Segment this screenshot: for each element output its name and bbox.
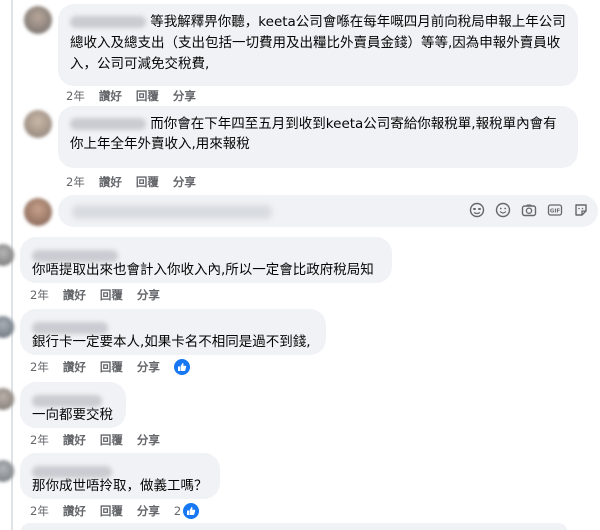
comment-text: 一向都要交稅 [32, 407, 113, 423]
comment-bubble: 那你成世唔拎取，做義工嗎？ [20, 453, 220, 499]
reaction-count[interactable]: 2 [174, 504, 181, 518]
emoji-icon[interactable] [494, 201, 512, 219]
commenter-name[interactable] [32, 394, 102, 407]
comment-text: 你上年全年外賣收入,用來報稅 [70, 136, 250, 152]
share-button[interactable]: 分享 [173, 174, 196, 190]
reply-placeholder [72, 205, 272, 219]
like-reaction-icon[interactable] [173, 359, 190, 375]
comment-actions: 2年 讚好 回覆 分享 [30, 287, 174, 303]
comment-text: 等我解釋畀你聽，keeta公司會喺在每年嘅四月前向稅局申報上年公司 [150, 14, 566, 30]
comment-time[interactable]: 2年 [30, 287, 49, 303]
comment-time[interactable]: 2年 [30, 432, 49, 448]
share-button[interactable]: 分享 [137, 287, 160, 303]
comment-bubble: 一向都要交稅 [20, 382, 126, 428]
comment-actions: 2年 讚好 回覆 分享 [30, 432, 174, 448]
comment-text: 那你成世唔拎取，做義工嗎？ [32, 478, 208, 494]
comment-time[interactable]: 2年 [66, 88, 85, 104]
share-button[interactable]: 分享 [137, 359, 160, 375]
share-button[interactable]: 分享 [173, 88, 196, 104]
like-button[interactable]: 讚好 [63, 359, 86, 375]
like-button[interactable]: 讚好 [63, 503, 86, 519]
commenter-name[interactable] [70, 16, 146, 28]
comment-time[interactable]: 2年 [30, 503, 49, 519]
reply-button[interactable]: 回覆 [136, 174, 159, 190]
comment-text: 入，公司可減免交稅費, [70, 56, 210, 72]
commenter-name[interactable] [70, 118, 146, 130]
commenter-name[interactable] [32, 321, 108, 334]
comment-actions: 2年 讚好 回覆 分享 [66, 174, 210, 190]
reply-button[interactable]: 回覆 [100, 287, 123, 303]
comment-bubble: 你唔提取出來也會計入你收入內,所以一定會比政府稅局知 [20, 237, 392, 283]
comment-bubble-partial [20, 523, 568, 530]
comment-time[interactable]: 2年 [66, 174, 85, 190]
comment-actions: 2年 讚好 回覆 分享 [66, 88, 210, 104]
comment-text: 總收入及總支出（支出包括一切費用及出糧比外賣員金錢）等等,因為申報外賣員收 [70, 35, 561, 51]
sticker-icon[interactable] [468, 201, 486, 219]
avatar-sticker-icon[interactable] [572, 201, 590, 219]
reply-button[interactable]: 回覆 [136, 88, 159, 104]
commenter-name[interactable] [32, 465, 112, 478]
like-button[interactable]: 讚好 [63, 432, 86, 448]
comment-text: 而你會在下年四至五月到收到keeta公司寄給你報稅單,報稅單內會有 [150, 116, 557, 132]
share-button[interactable]: 分享 [137, 503, 160, 519]
comment-bubble: 而你會在下年四至五月到收到keeta公司寄給你報稅單,報稅單內會有 你上年全年外… [58, 106, 578, 168]
comment-actions: 2年 讚好 回覆 分享 [30, 359, 204, 375]
comment-bubble: 等我解釋畀你聽，keeta公司會喺在每年嘅四月前向稅局申報上年公司 總收入及總支… [58, 4, 578, 86]
commenter-name[interactable] [32, 249, 118, 262]
like-button[interactable]: 讚好 [63, 287, 86, 303]
reply-button[interactable]: 回覆 [100, 359, 123, 375]
reply-button[interactable]: 回覆 [100, 503, 123, 519]
avatar[interactable] [24, 110, 52, 138]
comment-actions: 2年 讚好 回覆 分享 2 [30, 503, 213, 519]
comment-text: 你唔提取出來也會計入你收入內,所以一定會比政府稅局知 [32, 262, 374, 278]
avatar[interactable] [24, 6, 52, 34]
like-button[interactable]: 讚好 [99, 88, 122, 104]
comment-time[interactable]: 2年 [30, 359, 49, 375]
camera-icon[interactable] [520, 201, 538, 219]
reply-input[interactable]: GIF [58, 195, 598, 227]
reply-button[interactable]: 回覆 [100, 432, 123, 448]
comment-bubble: 銀行卡一定要本人,如果卡名不相同是過不到錢, [20, 309, 326, 355]
current-user-avatar[interactable] [24, 198, 52, 226]
gif-icon[interactable]: GIF [546, 201, 564, 219]
comment-text: 銀行卡一定要本人,如果卡名不相同是過不到錢, [32, 334, 311, 350]
thread-line [11, 0, 13, 530]
like-button[interactable]: 讚好 [99, 174, 122, 190]
svg-text:GIF: GIF [550, 208, 561, 214]
share-button[interactable]: 分享 [137, 432, 160, 448]
like-reaction-icon[interactable] [183, 503, 200, 519]
